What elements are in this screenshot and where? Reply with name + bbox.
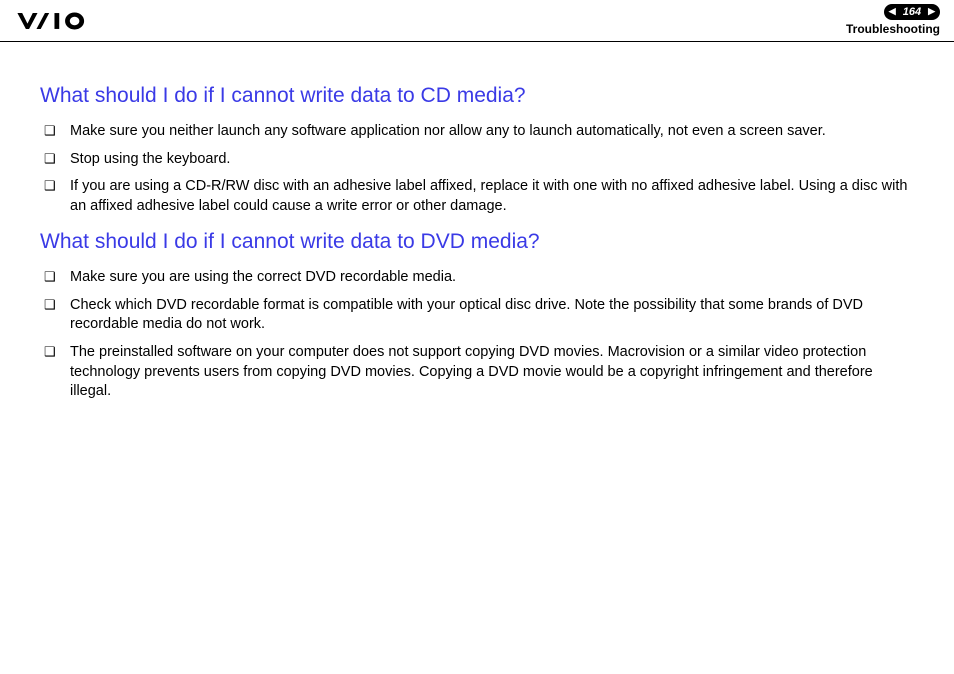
prev-page-button[interactable]: ◀ xyxy=(886,6,899,18)
vaio-logo xyxy=(16,0,112,41)
header-right: ◀ 164 ▶ Troubleshooting xyxy=(846,3,940,37)
list-item: Check which DVD recordable format is com… xyxy=(40,296,914,335)
question-heading: What should I do if I cannot write data … xyxy=(40,84,914,108)
page-content: What should I do if I cannot write data … xyxy=(0,42,954,402)
question-heading: What should I do if I cannot write data … xyxy=(40,230,914,254)
list-item: Make sure you are using the correct DVD … xyxy=(40,268,914,288)
page-nav: ◀ 164 ▶ xyxy=(884,4,940,20)
list-item: Make sure you neither launch any softwar… xyxy=(40,122,914,142)
next-page-button[interactable]: ▶ xyxy=(925,6,938,18)
section-label: Troubleshooting xyxy=(846,22,940,38)
page-number: 164 xyxy=(899,5,925,19)
answer-list: Make sure you are using the correct DVD … xyxy=(40,268,914,401)
list-item: If you are using a CD-R/RW disc with an … xyxy=(40,177,914,216)
list-item: The preinstalled software on your comput… xyxy=(40,343,914,402)
page-header: ◀ 164 ▶ Troubleshooting xyxy=(0,0,954,42)
list-item: Stop using the keyboard. xyxy=(40,150,914,170)
answer-list: Make sure you neither launch any softwar… xyxy=(40,122,914,216)
